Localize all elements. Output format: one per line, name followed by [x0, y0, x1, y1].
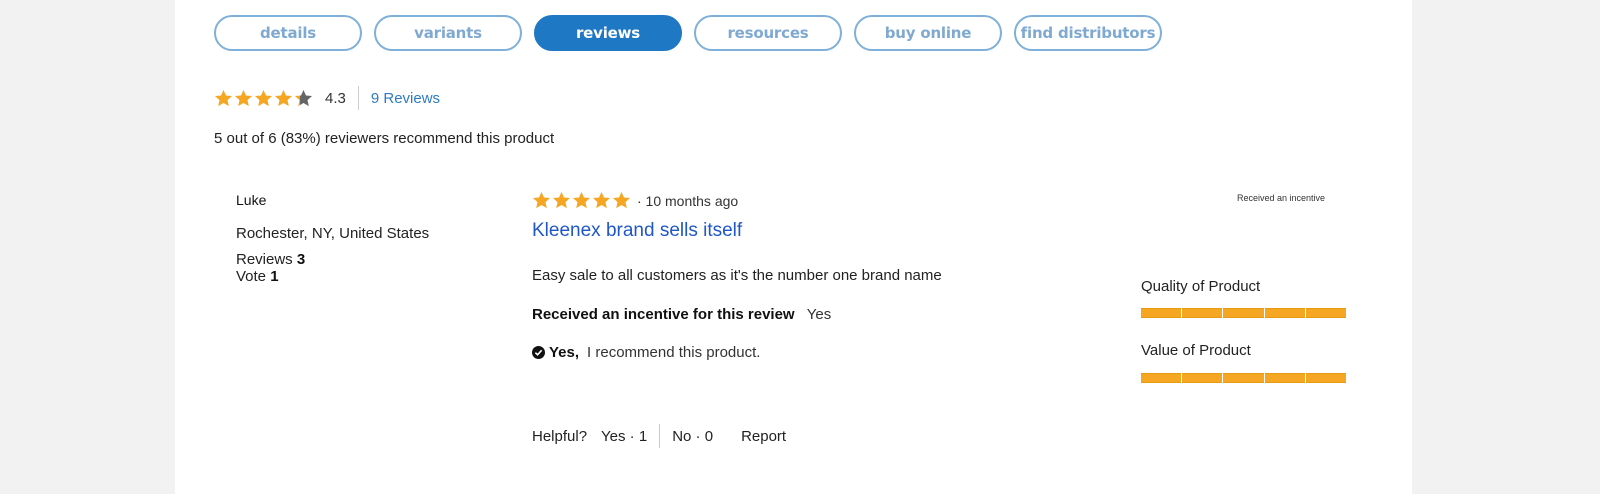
divider — [659, 424, 661, 448]
rating-summary: 4.3 9 Reviews — [214, 86, 440, 110]
star-icon — [612, 191, 631, 209]
average-rating-stars — [214, 89, 313, 108]
rating-bar-segment — [1141, 308, 1182, 318]
incentive-row: Received an incentive for this review Ye… — [532, 306, 831, 323]
check-circle-icon — [532, 346, 545, 359]
rating-bar-segment — [1223, 373, 1264, 383]
recommend-summary: 5 out of 6 (83%) reviewers recommend thi… — [214, 130, 555, 147]
star-icon — [254, 89, 273, 106]
helpful-section: Helpful? Yes · 1 No · 0 Report — [532, 423, 786, 449]
tab-details[interactable]: details — [214, 15, 362, 51]
tab-find-distributors[interactable]: find distributors — [1014, 15, 1162, 51]
average-rating: 4.3 — [325, 89, 346, 107]
star-icon — [592, 191, 611, 209]
incentive-value: Yes — [806, 306, 832, 323]
helpful-label: Helpful? — [532, 427, 588, 445]
rating-bar-segment — [1264, 373, 1305, 383]
vote-label: Vote — [236, 268, 267, 285]
rating-bar-segment — [1223, 308, 1264, 318]
rating-bar-segment — [1182, 373, 1223, 383]
tab-buy-online[interactable]: buy online — [854, 15, 1002, 51]
quality-rating-bar — [1141, 308, 1347, 318]
helpful-no-button[interactable]: No · 0 — [672, 428, 713, 445]
star-icon — [234, 89, 253, 106]
tab-reviews[interactable]: reviews — [534, 15, 682, 51]
rating-bar-segment — [1305, 308, 1347, 318]
reviewer-name: Luke — [236, 192, 267, 208]
value-rating-bar — [1141, 373, 1347, 383]
reviewer-vote-count: Vote 1 — [236, 268, 486, 285]
reviewer-reviews-count: Reviews 3 — [236, 251, 486, 268]
rating-bar-segment — [1305, 373, 1347, 383]
rating-bar-segment — [1182, 308, 1223, 318]
review-date: · 10 months ago — [637, 192, 739, 209]
review-title[interactable]: Kleenex brand sells itself — [532, 220, 742, 242]
reviewer-location: Rochester, NY, United States — [236, 225, 430, 242]
review-rating-stars — [532, 191, 631, 210]
review-header: · 10 months ago — [532, 191, 738, 210]
star-icon — [572, 191, 591, 209]
reviews-count-link[interactable]: 9 Reviews — [371, 90, 440, 107]
vote-value: 1 — [270, 268, 279, 285]
review-body: Easy sale to all customers as it's the n… — [532, 267, 942, 284]
star-icon — [294, 89, 313, 106]
star-icon — [552, 191, 571, 209]
attribute-label-quality: Quality of Product — [1141, 278, 1261, 295]
incentive-badge: Received an incentive — [1237, 193, 1326, 203]
report-button[interactable]: Report — [741, 428, 786, 445]
tab-variants[interactable]: variants — [374, 15, 522, 51]
divider — [357, 86, 359, 110]
recommend-row: Yes, I recommend this product. — [532, 344, 760, 361]
incentive-label: Received an incentive for this review — [532, 306, 795, 323]
recommend-text: I recommend this product. — [587, 344, 761, 361]
attribute-label-value: Value of Product — [1141, 342, 1251, 359]
reviews-count-value: 3 — [296, 251, 306, 268]
rating-bar-segment — [1141, 373, 1182, 383]
reviews-count-label: Reviews — [236, 251, 293, 268]
recommend-yes: Yes, — [549, 344, 580, 361]
reviewer-info: Luke Rochester, NY, United States Review… — [236, 192, 486, 285]
star-icon — [532, 191, 551, 209]
tab-resources[interactable]: resources — [694, 15, 842, 51]
star-icon — [274, 89, 293, 106]
helpful-yes-button[interactable]: Yes · 1 — [601, 428, 647, 445]
rating-bar-segment — [1264, 308, 1305, 318]
star-icon — [214, 89, 233, 106]
